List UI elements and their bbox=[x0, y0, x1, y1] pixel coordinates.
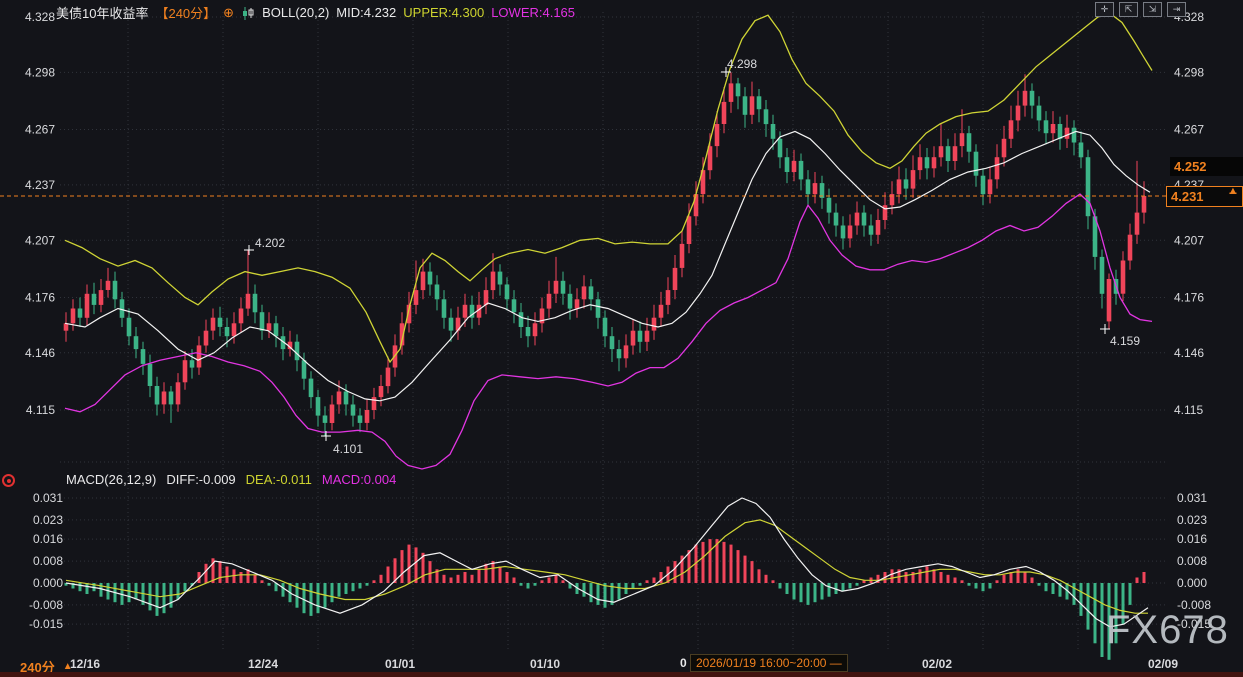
svg-text:4.207: 4.207 bbox=[25, 233, 55, 247]
macd-macd-value: MACD:0.004 bbox=[322, 472, 396, 487]
macd-histogram bbox=[65, 539, 1146, 660]
svg-text:4.328: 4.328 bbox=[25, 10, 55, 24]
crosshair-icon[interactable]: ✛ bbox=[1095, 2, 1114, 17]
svg-text:4.159: 4.159 bbox=[1110, 334, 1140, 348]
macd-diff-line bbox=[66, 498, 1148, 627]
price-badge-upper: 4.252 bbox=[1170, 157, 1243, 176]
svg-text:4.202: 4.202 bbox=[255, 236, 285, 250]
svg-text:-0.008: -0.008 bbox=[29, 598, 63, 612]
svg-text:0.031: 0.031 bbox=[1177, 491, 1207, 505]
svg-text:4.207: 4.207 bbox=[1174, 233, 1204, 247]
svg-text:12/24: 12/24 bbox=[248, 657, 278, 671]
svg-text:0.023: 0.023 bbox=[1177, 513, 1207, 527]
kline-chart-canvas[interactable]: 4.202 4.101 4.298 4.159 4.328 4.298 4.267 4.237… bbox=[0, 0, 1243, 677]
svg-text:0.008: 0.008 bbox=[1177, 554, 1207, 568]
svg-text:02/09: 02/09 bbox=[1148, 657, 1178, 671]
bottom-strip bbox=[0, 672, 1243, 677]
zoom-out-window-icon[interactable]: ⇲ bbox=[1143, 2, 1162, 17]
svg-text:4.298: 4.298 bbox=[727, 57, 757, 71]
svg-text:01/01: 01/01 bbox=[385, 657, 415, 671]
popout-window-icon[interactable]: ⇥ bbox=[1167, 2, 1186, 17]
svg-text:4.298: 4.298 bbox=[25, 65, 55, 79]
svg-text:4.267: 4.267 bbox=[25, 123, 55, 137]
candlesticks bbox=[64, 72, 1147, 435]
svg-text:0.000: 0.000 bbox=[1177, 576, 1207, 590]
price-annotations: 4.202 4.101 4.298 4.159 bbox=[244, 57, 1140, 456]
right-price-axis: 4.3284.2984.2674.2374.2074.1764.1464.115 bbox=[1174, 10, 1204, 417]
x-axis-labels: 12/16 12/24 01/01 01/10 02/02 02/09 bbox=[70, 657, 1178, 671]
boll-upper-value: UPPER:4.300 bbox=[403, 5, 484, 20]
svg-text:02/02: 02/02 bbox=[922, 657, 952, 671]
trading-chart-window: 4.202 4.101 4.298 4.159 4.328 4.298 4.267 4.237… bbox=[0, 0, 1243, 677]
x-axis-partial-label: 0 bbox=[680, 656, 687, 670]
zoom-circle-icon[interactable]: ⊕ bbox=[223, 5, 234, 21]
svg-text:4.115: 4.115 bbox=[26, 403, 55, 417]
crosshair-date-tooltip: 2026/01/19 16:00~20:00 — bbox=[690, 654, 848, 672]
macd-header: MACD(26,12,9) DIFF:-0.009 DEA:-0.011 MAC… bbox=[66, 472, 396, 487]
svg-text:0.023: 0.023 bbox=[33, 513, 63, 527]
instrument-title: 美债10年收益率 bbox=[56, 3, 148, 22]
watermark: FX678 bbox=[1106, 608, 1229, 653]
macd-dea-value: DEA:-0.011 bbox=[246, 472, 312, 487]
svg-text:4.101: 4.101 bbox=[333, 442, 363, 456]
boll-mid-value: MID:4.232 bbox=[336, 5, 396, 20]
boll-mid-line bbox=[65, 131, 1150, 400]
chevron-up-icon: ▲ bbox=[63, 661, 73, 672]
svg-text:4.176: 4.176 bbox=[25, 291, 55, 305]
svg-text:12/16: 12/16 bbox=[70, 657, 100, 671]
period-tag[interactable]: 【240分】 bbox=[155, 3, 216, 22]
svg-text:4.267: 4.267 bbox=[1174, 123, 1204, 137]
svg-text:4.146: 4.146 bbox=[25, 346, 55, 360]
svg-text:0.016: 0.016 bbox=[1177, 532, 1207, 546]
chart-header: 美债10年收益率 【240分】 ⊕ BOLL(20,2) MID:4.232 U… bbox=[56, 3, 575, 22]
svg-text:-0.015: -0.015 bbox=[29, 617, 63, 631]
svg-text:01/10: 01/10 bbox=[530, 657, 560, 671]
svg-text:0.016: 0.016 bbox=[33, 532, 63, 546]
macd-label: MACD(26,12,9) bbox=[66, 472, 156, 487]
macd-diff-value: DIFF:-0.009 bbox=[166, 472, 235, 487]
price-arrow-base: ▔ bbox=[1227, 194, 1239, 202]
svg-text:4.237: 4.237 bbox=[25, 178, 55, 192]
boll-lower-value: LOWER:4.165 bbox=[491, 5, 575, 20]
boll-label: BOLL(20,2) bbox=[262, 5, 329, 20]
svg-text:4.146: 4.146 bbox=[1174, 346, 1204, 360]
svg-text:4.115: 4.115 bbox=[1174, 403, 1203, 417]
price-arrow-icon: ▲ ▔ bbox=[1227, 186, 1239, 202]
left-price-axis: 4.328 4.298 4.267 4.237 4.207 4.176 4.146 4.115 bbox=[25, 10, 55, 417]
svg-text:0.008: 0.008 bbox=[33, 554, 63, 568]
live-dot-icon bbox=[2, 474, 15, 487]
svg-text:0.031: 0.031 bbox=[33, 491, 63, 505]
kline-icon bbox=[241, 7, 255, 20]
macd-left-axis: 0.031 0.023 0.016 0.008 0.000 -0.008 -0.015 bbox=[29, 491, 63, 631]
zoom-in-window-icon[interactable]: ⇱ bbox=[1119, 2, 1138, 17]
svg-text:4.176: 4.176 bbox=[1174, 291, 1204, 305]
chart-toolbar: ✛ ⇱ ⇲ ⇥ bbox=[1095, 2, 1186, 17]
svg-text:0.000: 0.000 bbox=[33, 576, 63, 590]
svg-text:4.298: 4.298 bbox=[1174, 65, 1204, 79]
